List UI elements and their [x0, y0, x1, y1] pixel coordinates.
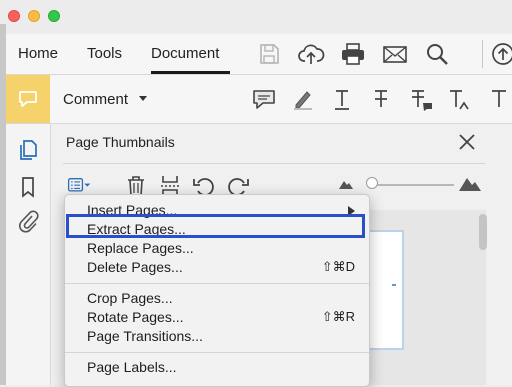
cloud-upload-icon[interactable] — [296, 39, 326, 69]
page-options-menu: Insert Pages... Extract Pages... Replace… — [64, 194, 370, 387]
bookmark-icon[interactable] — [16, 175, 40, 199]
print-icon[interactable] — [338, 39, 368, 69]
attachment-icon[interactable] — [16, 209, 40, 233]
menu-item-label: Extract Pages... — [87, 221, 186, 237]
comment-menu-label[interactable]: Comment — [63, 91, 128, 108]
menu-item-rotate-pages[interactable]: Rotate Pages... ⇧⌘R — [65, 308, 369, 327]
zoom-in-mountain-icon[interactable] — [458, 174, 482, 192]
comment-tool-badge[interactable] — [6, 75, 50, 123]
replace-text-icon[interactable] — [406, 85, 434, 113]
main-toolbar: Home Tools Document — [6, 34, 512, 75]
menu-item-shortcut: ⇧⌘R — [321, 309, 355, 324]
thumbnail-content — [392, 284, 396, 286]
comment-toolbar: Comment — [6, 75, 512, 124]
menu-item-page-transitions[interactable]: Page Transitions... — [65, 327, 369, 346]
menu-item-label: Delete Pages... — [87, 259, 183, 275]
menu-separator — [65, 352, 369, 353]
menu-item-label: Page Labels... — [87, 359, 177, 375]
active-tab-indicator — [151, 71, 230, 74]
menu-item-page-labels[interactable]: Page Labels... — [65, 358, 369, 377]
underline-text-icon[interactable] — [328, 85, 356, 113]
window-titlebar — [0, 0, 512, 34]
sticky-note-icon[interactable] — [250, 85, 278, 113]
menu-separator — [65, 283, 369, 284]
strikethrough-icon[interactable] — [367, 85, 395, 113]
zoom-window-button[interactable] — [48, 10, 60, 22]
menu-item-delete-pages[interactable]: Delete Pages... ⇧⌘D — [65, 258, 369, 277]
menu-item-insert-pages[interactable]: Insert Pages... — [65, 201, 369, 220]
panel-divider — [63, 163, 485, 164]
navigation-sidebar — [6, 124, 51, 385]
thumbnail-scrollbar[interactable] — [479, 214, 487, 250]
submenu-arrow-icon — [348, 206, 355, 216]
panel-title: Page Thumbnails — [66, 134, 175, 150]
thumbnail-size-slider-track — [369, 184, 454, 186]
menu-item-crop-pages[interactable]: Crop Pages... — [65, 289, 369, 308]
menu-item-shortcut: ⇧⌘D — [321, 259, 355, 274]
comment-bubble-icon — [19, 91, 37, 107]
search-icon[interactable] — [422, 39, 452, 69]
tab-tools[interactable]: Tools — [87, 45, 122, 62]
close-icon[interactable] — [456, 131, 478, 153]
toolbar-divider — [482, 40, 483, 68]
menu-item-label: Insert Pages... — [87, 202, 178, 218]
menu-item-label: Rotate Pages... — [87, 309, 184, 325]
minimize-window-button[interactable] — [28, 10, 40, 22]
thumbnail-size-slider[interactable] — [366, 177, 378, 189]
page-thumbnails-icon[interactable] — [16, 138, 40, 162]
close-window-button[interactable] — [8, 10, 20, 22]
menu-item-extract-pages[interactable]: Extract Pages... — [65, 220, 369, 239]
tab-home[interactable]: Home — [18, 45, 58, 62]
menu-item-replace-pages[interactable]: Replace Pages... — [65, 239, 369, 258]
save-icon[interactable] — [254, 39, 284, 69]
tab-document[interactable]: Document — [151, 45, 219, 62]
chevron-down-icon[interactable] — [139, 96, 147, 101]
menu-item-label: Crop Pages... — [87, 290, 173, 306]
share-icon[interactable] — [488, 39, 512, 69]
mail-icon[interactable] — [380, 39, 410, 69]
highlight-icon[interactable] — [289, 85, 317, 113]
add-text-icon[interactable] — [484, 85, 512, 113]
zoom-out-mountain-icon[interactable] — [338, 178, 354, 190]
insert-text-icon[interactable] — [445, 85, 473, 113]
menu-item-label: Replace Pages... — [87, 240, 194, 256]
menu-item-label: Page Transitions... — [87, 328, 203, 344]
